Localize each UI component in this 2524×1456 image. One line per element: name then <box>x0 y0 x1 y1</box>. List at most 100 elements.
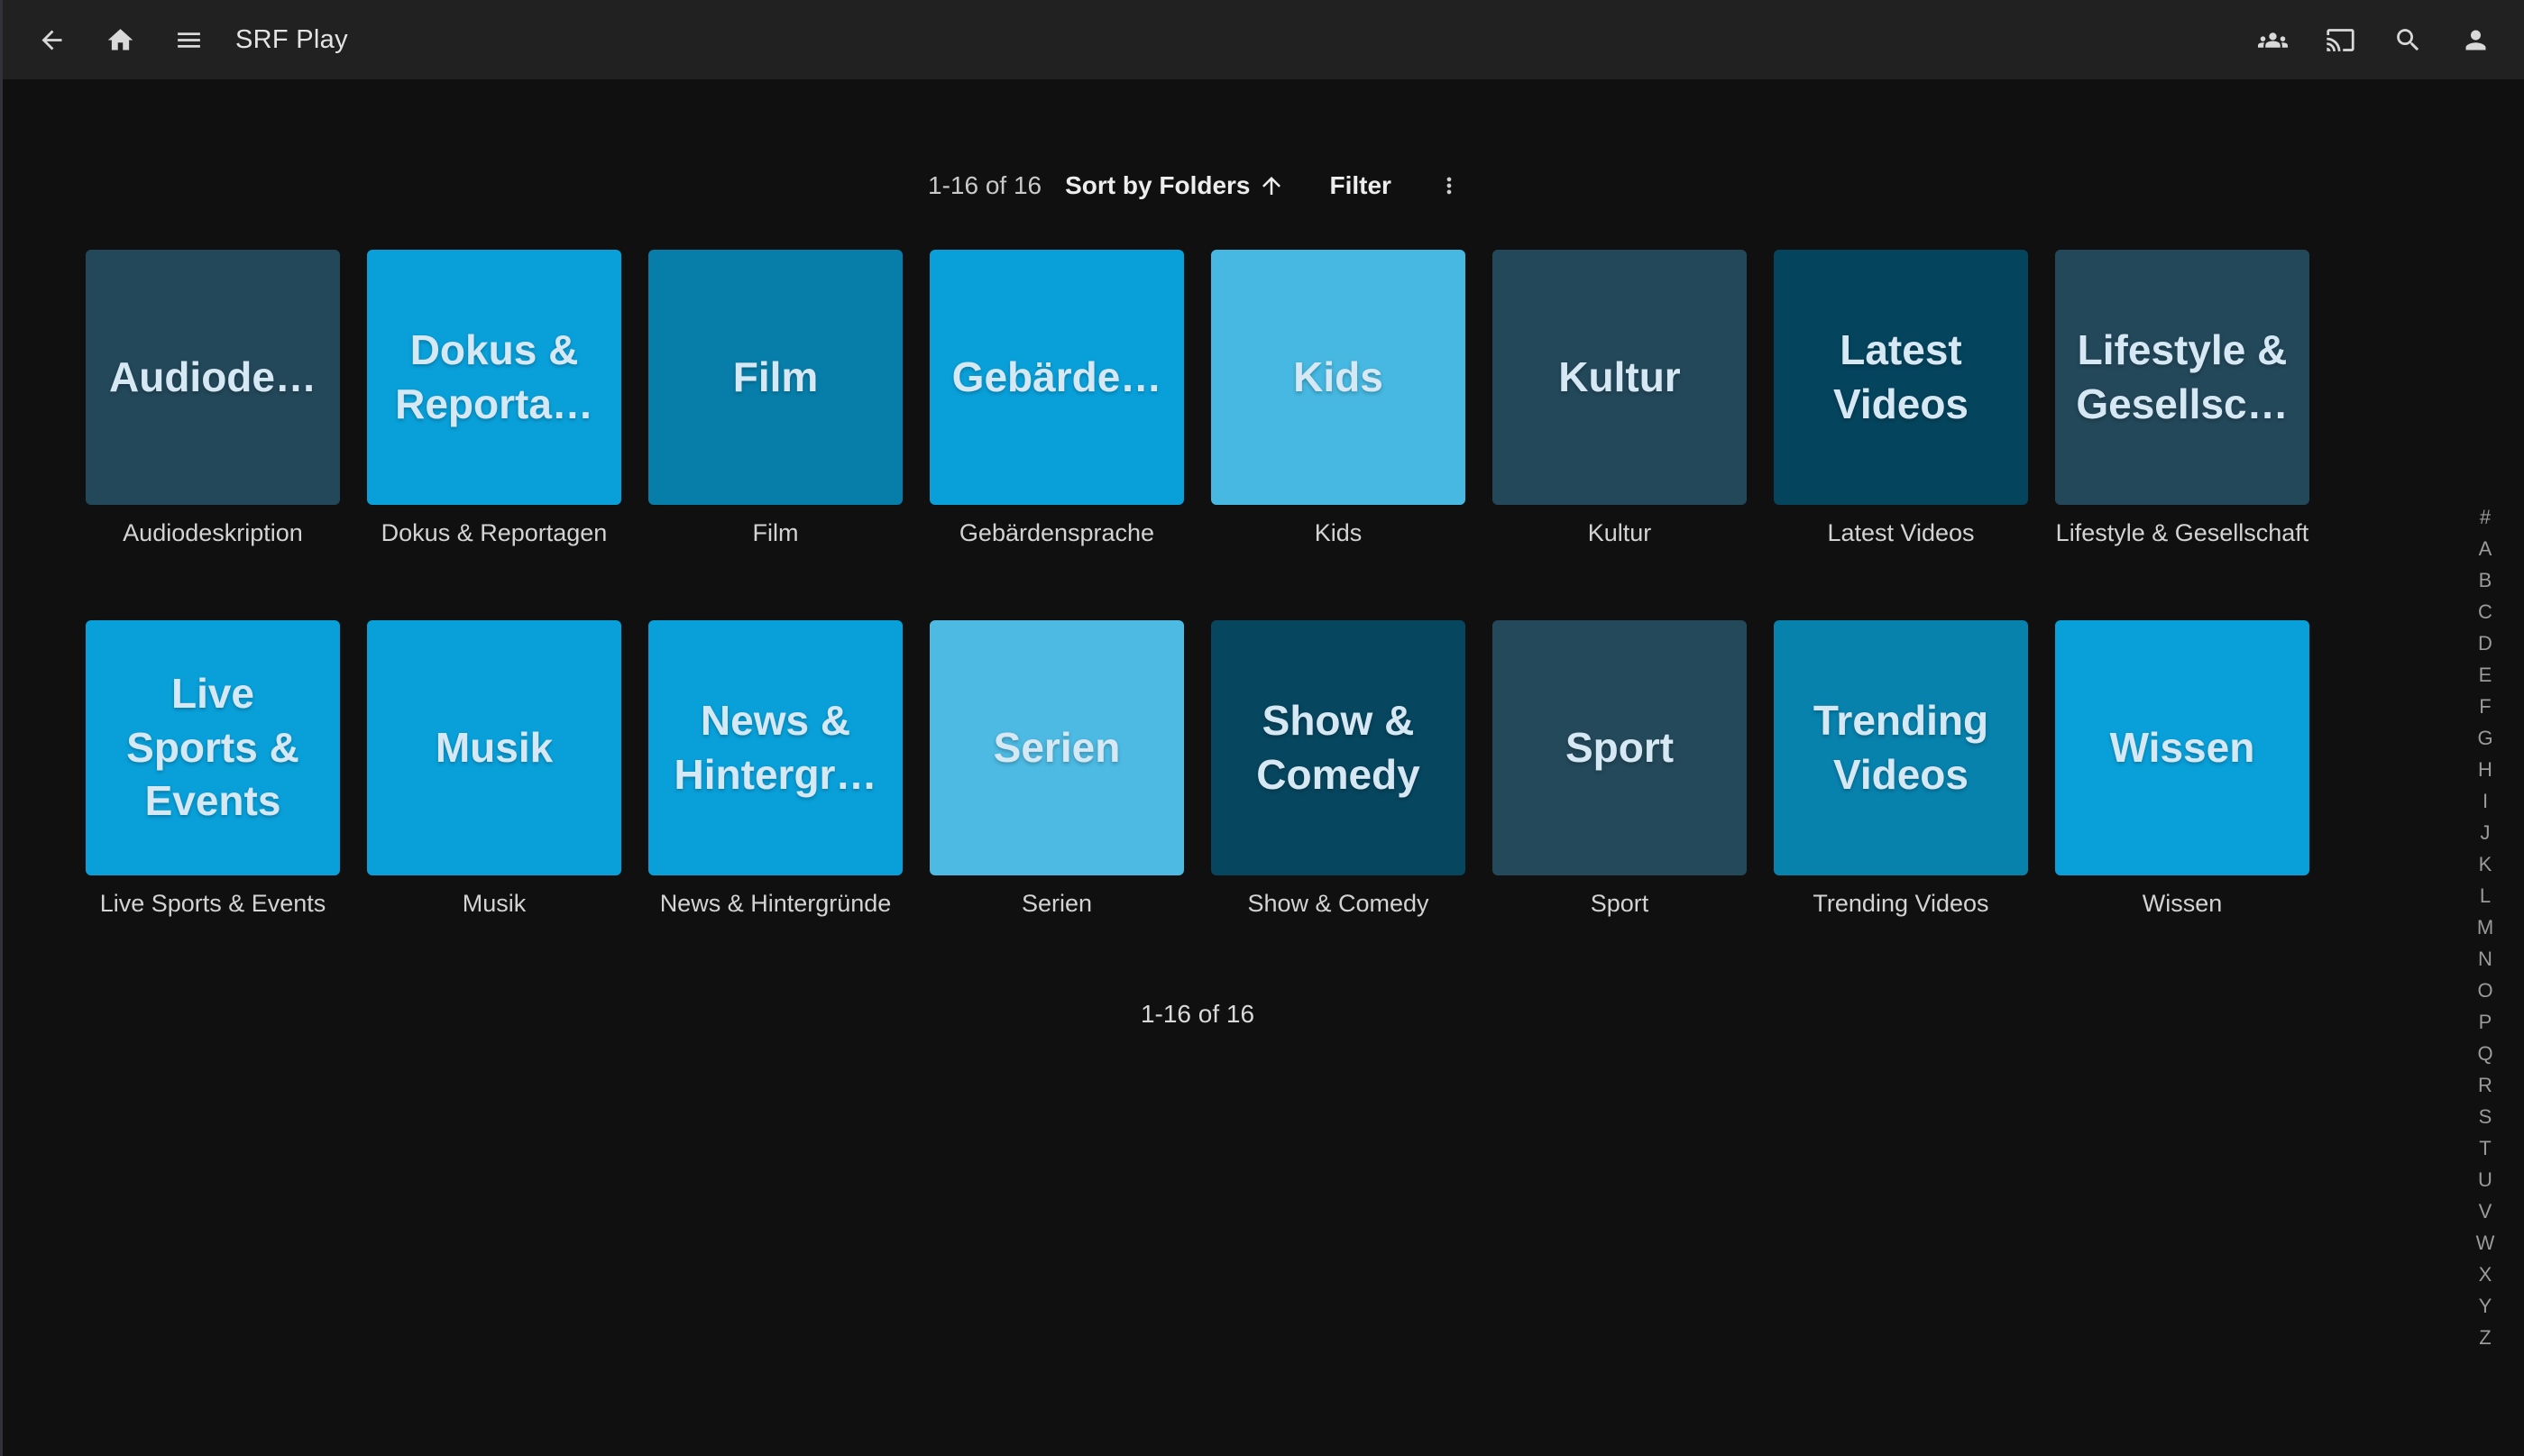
library-tile[interactable]: Gebärde… <box>930 250 1184 505</box>
tile-label: Show & Comedy <box>1256 694 1419 802</box>
library-grid-cell: Wissen Wissen <box>2055 620 2309 920</box>
library-grid-cell: Musik Musik <box>367 620 621 920</box>
tile-caption[interactable]: News & Hintergründe <box>648 890 903 920</box>
sort-button-label: Sort by Folders <box>1065 171 1250 200</box>
alpha-letter-hash[interactable]: # <box>2470 501 2501 533</box>
alpha-letter-h[interactable]: H <box>2470 754 2501 785</box>
alpha-letter-l[interactable]: L <box>2470 880 2501 911</box>
search-icon <box>2393 25 2423 55</box>
alpha-letter-g[interactable]: G <box>2470 722 2501 754</box>
alpha-letter-n[interactable]: N <box>2470 943 2501 975</box>
tile-caption[interactable]: Audiodeskription <box>86 519 340 550</box>
alpha-letter-k[interactable]: K <box>2470 848 2501 880</box>
tile-label: Latest Videos <box>1833 324 1969 432</box>
library-tile[interactable]: Audiode… <box>86 250 340 505</box>
alpha-letter-o[interactable]: O <box>2470 975 2501 1006</box>
alpha-picker: #ABCDEFGHIJKLMNOPQRSTUVWXYZ <box>2470 501 2501 1353</box>
alpha-letter-d[interactable]: D <box>2470 627 2501 659</box>
alpha-letter-q[interactable]: Q <box>2470 1038 2501 1069</box>
alpha-letter-f[interactable]: F <box>2470 691 2501 722</box>
alpha-letter-j[interactable]: J <box>2470 817 2501 848</box>
tile-caption[interactable]: Dokus & Reportagen <box>367 519 621 550</box>
library-tile[interactable]: Dokus & Reporta… <box>367 250 621 505</box>
back-button[interactable] <box>30 18 73 61</box>
library-grid-cell: News & Hintergr… News & Hintergründe <box>648 620 903 920</box>
search-button[interactable] <box>2386 18 2429 61</box>
alpha-letter-w[interactable]: W <box>2470 1227 2501 1259</box>
more-options-button[interactable] <box>1431 168 1467 204</box>
library-grid-cell: Film Film <box>648 250 903 550</box>
alpha-letter-v[interactable]: V <box>2470 1195 2501 1227</box>
tile-label: Serien <box>994 721 1121 775</box>
library-grid-cell: Lifestyle & Gesellsc… Lifestyle & Gesell… <box>2055 250 2309 550</box>
alpha-letter-s[interactable]: S <box>2470 1101 2501 1132</box>
window-edge <box>0 0 3 1456</box>
alpha-letter-x[interactable]: X <box>2470 1259 2501 1290</box>
alpha-letter-e[interactable]: E <box>2470 659 2501 691</box>
cast-button[interactable] <box>2318 18 2362 61</box>
tile-caption[interactable]: Trending Videos <box>1774 890 2028 920</box>
home-icon <box>106 25 135 55</box>
library-tile[interactable]: Lifestyle & Gesellsc… <box>2055 250 2309 505</box>
alpha-letter-r[interactable]: R <box>2470 1069 2501 1101</box>
tile-label: Musik <box>436 721 553 775</box>
library-tile[interactable]: Sport <box>1492 620 1747 875</box>
tile-caption[interactable]: Kids <box>1211 519 1465 550</box>
people-group-icon <box>2258 25 2288 55</box>
tile-label: News & Hintergr… <box>675 694 877 802</box>
library-grid-cell: Kultur Kultur <box>1492 250 1747 550</box>
library-tile[interactable]: Kids <box>1211 250 1465 505</box>
library-tile[interactable]: Kultur <box>1492 250 1747 505</box>
items-count: 1-16 of 16 <box>928 171 1042 200</box>
filter-button[interactable]: Filter <box>1330 171 1391 200</box>
tile-label: Dokus & Reporta… <box>395 324 593 432</box>
alpha-letter-m[interactable]: M <box>2470 911 2501 943</box>
library-grid-cell: Trending Videos Trending Videos <box>1774 620 2028 920</box>
library-grid-cell: Sport Sport <box>1492 620 1747 920</box>
tile-caption[interactable]: Kultur <box>1492 519 1747 550</box>
kebab-menu-icon <box>1436 173 1462 198</box>
library-tile[interactable]: Live Sports & Events <box>86 620 340 875</box>
alpha-letter-p[interactable]: P <box>2470 1006 2501 1038</box>
alpha-letter-i[interactable]: I <box>2470 785 2501 817</box>
tile-label: Trending Videos <box>1813 694 1988 802</box>
tile-caption[interactable]: Serien <box>930 890 1184 920</box>
library-tile[interactable]: Trending Videos <box>1774 620 2028 875</box>
menu-button[interactable] <box>167 18 210 61</box>
alpha-letter-a[interactable]: A <box>2470 533 2501 564</box>
tile-caption[interactable]: Film <box>648 519 903 550</box>
alpha-letter-y[interactable]: Y <box>2470 1290 2501 1322</box>
alpha-letter-t[interactable]: T <box>2470 1132 2501 1164</box>
library-grid-cell: Live Sports & Events Live Sports & Event… <box>86 620 340 920</box>
tile-caption[interactable]: Latest Videos <box>1774 519 2028 550</box>
tile-label: Kids <box>1293 351 1383 405</box>
alpha-letter-u[interactable]: U <box>2470 1164 2501 1195</box>
library-tile[interactable]: News & Hintergr… <box>648 620 903 875</box>
tile-caption[interactable]: Sport <box>1492 890 1747 920</box>
hamburger-menu-icon <box>174 25 204 55</box>
alpha-letter-c[interactable]: C <box>2470 596 2501 627</box>
syncplay-button[interactable] <box>2251 18 2294 61</box>
library-grid-cell: Gebärde… Gebärdensprache <box>930 250 1184 550</box>
library-tile[interactable]: Film <box>648 250 903 505</box>
tile-caption[interactable]: Wissen <box>2055 890 2309 920</box>
library-tile[interactable]: Wissen <box>2055 620 2309 875</box>
library-tile[interactable]: Latest Videos <box>1774 250 2028 505</box>
home-button[interactable] <box>98 18 142 61</box>
tile-caption[interactable]: Show & Comedy <box>1211 890 1465 920</box>
tile-caption[interactable]: Live Sports & Events <box>86 890 340 920</box>
tile-label: Film <box>733 351 819 405</box>
tile-caption[interactable]: Gebärdensprache <box>930 519 1184 550</box>
tile-caption[interactable]: Musik <box>367 890 621 920</box>
library-tile[interactable]: Musik <box>367 620 621 875</box>
cast-icon <box>2326 25 2355 55</box>
alpha-letter-z[interactable]: Z <box>2470 1322 2501 1353</box>
library-grid-cell: Serien Serien <box>930 620 1184 920</box>
controls-row: 1-16 of 16 Sort by Folders Filter <box>86 169 2309 203</box>
alpha-letter-b[interactable]: B <box>2470 564 2501 596</box>
library-tile[interactable]: Serien <box>930 620 1184 875</box>
library-tile[interactable]: Show & Comedy <box>1211 620 1465 875</box>
tile-caption[interactable]: Lifestyle & Gesellschaft <box>2055 519 2309 550</box>
sort-button[interactable]: Sort by Folders <box>1065 171 1284 200</box>
user-button[interactable] <box>2454 18 2497 61</box>
